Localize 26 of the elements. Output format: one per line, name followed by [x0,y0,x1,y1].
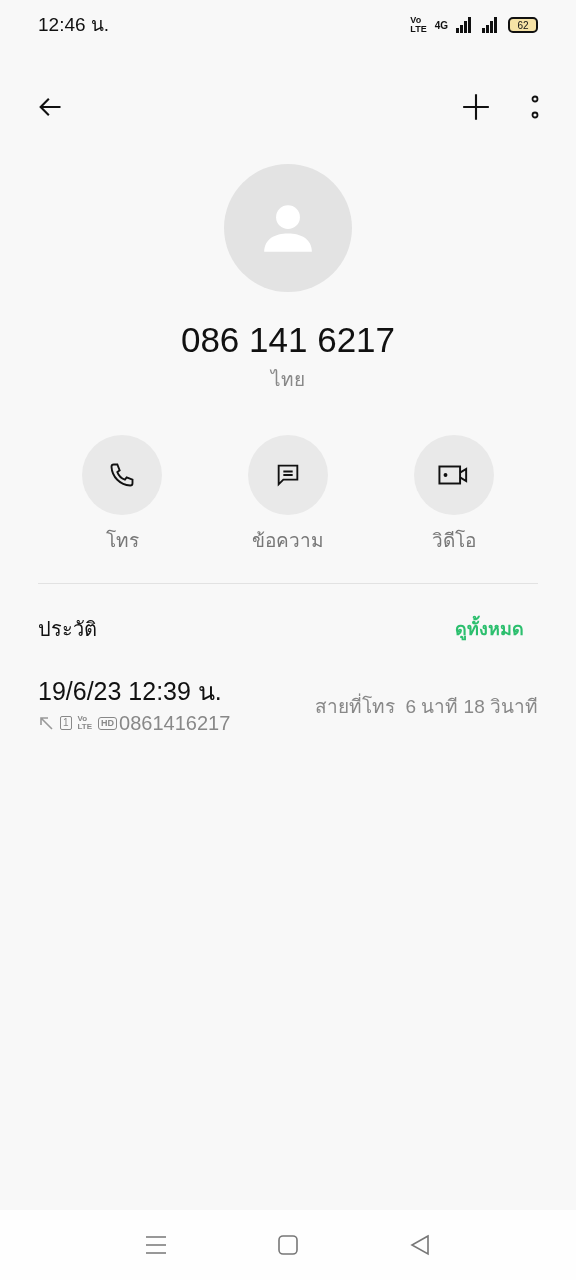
battery-icon: 62 [508,17,538,33]
hd-badge: HD [98,716,118,730]
action-label: วิดีโอ [432,528,476,553]
action-label: ข้อความ [252,528,324,553]
more-options-icon[interactable] [530,94,540,120]
see-all-link[interactable]: ดูทั้งหมด [455,615,524,643]
person-icon [262,202,314,254]
location-label: ไทย [271,368,305,392]
network-label: 4G [434,18,448,33]
call-duration: สายที่โทร 6 นาที 18 วินาที [314,692,538,719]
outgoing-arrow-icon [38,715,54,731]
back-icon[interactable] [409,1234,431,1256]
action-label: โทร [105,528,139,553]
menu-icon[interactable] [145,1234,167,1256]
call-number: 0861416217 [119,711,231,736]
clock: 12:46 น. [38,12,110,37]
signal-icon [480,17,500,33]
add-icon[interactable] [462,93,490,121]
sim-badge: 1 [60,716,72,730]
home-icon[interactable] [277,1234,299,1256]
phone-number: 086 141 6217 [180,319,396,361]
section-title: ประวัติ [38,617,97,642]
call-time: 19/6/23 12:39 น. [38,676,223,706]
signal-icon [456,17,472,33]
volte-icon: Vo LTE [410,16,427,34]
volte-icon: Vo LTE [77,715,93,731]
